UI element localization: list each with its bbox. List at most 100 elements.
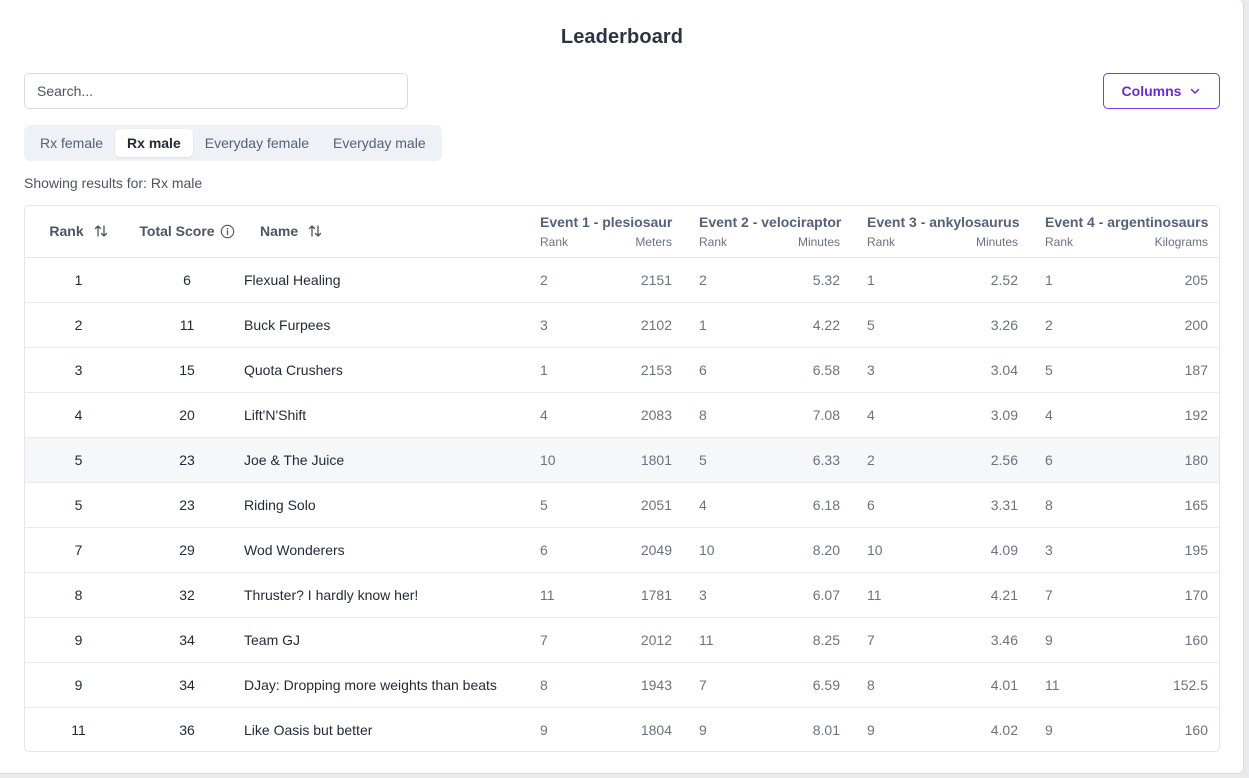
event-4-rank: 11 — [1045, 676, 1060, 693]
total-score-cell: 23 — [179, 451, 195, 468]
total-score-cell: 29 — [179, 541, 195, 558]
event-2-value: 6.33 — [812, 451, 840, 468]
event-1-cell: 1 2153 — [525, 347, 684, 392]
event-2-value: 6.07 — [812, 586, 840, 603]
name-header-label: Name — [260, 223, 299, 240]
event-2-value: 5.32 — [812, 271, 840, 288]
columns-button-label: Columns — [1121, 83, 1182, 99]
table-row[interactable]: 9 34 DJay: Dropping more weights than beat… — [25, 662, 1219, 707]
search-input[interactable] — [24, 73, 408, 109]
team-name-cell: Wod Wonderers — [244, 541, 345, 558]
tab-everyday-female[interactable]: Everyday female — [193, 129, 321, 157]
rank-header[interactable]: Rank — [25, 206, 132, 257]
event-2-value: 7.08 — [812, 406, 840, 423]
event-3-rank: 6 — [867, 496, 875, 513]
event-1-rank: 3 — [540, 316, 548, 333]
table-row[interactable]: 2 11 Buck Furpees 3 2102 1 4.22 5 3.26 2 200 — [25, 302, 1219, 347]
total-score-cell: 20 — [179, 406, 195, 423]
event-2-value: 4.22 — [812, 316, 840, 333]
event-2-value: 6.59 — [812, 676, 840, 693]
rank-header-label: Rank — [49, 223, 84, 240]
event-3-cell: 3 3.04 — [852, 347, 1030, 392]
tab-rx-female[interactable]: Rx female — [28, 129, 115, 157]
name-header[interactable]: Name — [242, 206, 525, 257]
event-1-rank: 6 — [540, 541, 548, 558]
tab-everyday-male[interactable]: Everyday male — [321, 129, 438, 157]
event-2-rank-label: Rank — [699, 234, 728, 249]
event-2-cell: 8 7.08 — [684, 392, 852, 437]
event-2-cell: 4 6.18 — [684, 482, 852, 527]
team-name-cell: Riding Solo — [244, 496, 316, 513]
tab-rx-male[interactable]: Rx male — [115, 129, 193, 157]
page-title: Leaderboard — [560, 26, 684, 48]
event-2-rank: 4 — [699, 496, 707, 513]
table-row[interactable]: 8 32 Thruster? I hardly know her! 11 1781 3 6.… — [25, 572, 1219, 617]
table-row[interactable]: 5 23 Joe & The Juice 10 1801 5 6.33 2 2.56 6 180 — [25, 437, 1219, 482]
event-1-rank: 10 — [540, 451, 556, 468]
team-name-cell: Buck Furpees — [244, 316, 331, 333]
sort-icon[interactable] — [308, 224, 322, 238]
event-1-cell: 8 1943 — [525, 662, 684, 707]
event-1-value: 2051 — [640, 496, 672, 513]
table-row[interactable]: 11 36 Like Oasis but better 9 1804 9 8.01 9 4.02… — [25, 707, 1219, 751]
event-3-value: 3.04 — [990, 361, 1018, 378]
event-4-cell: 2 200 — [1030, 302, 1219, 347]
event-3-value: 4.01 — [990, 676, 1018, 693]
event-3-title: Event 3 - ankylosaurus — [867, 213, 1020, 230]
table-row[interactable]: 4 20 Lift'N'Shift 4 2083 8 7.08 4 3.09 4 192 — [25, 392, 1219, 437]
event-3-rank: 10 — [867, 541, 883, 558]
table-row[interactable]: 5 23 Riding Solo 5 2051 4 6.18 6 3.31 8 165 — [25, 482, 1219, 527]
event-1-cell: 6 2049 — [525, 527, 684, 572]
event-4-rank: 9 — [1045, 631, 1053, 648]
event-4-value: 165 — [1184, 496, 1208, 513]
rank-cell: 4 — [74, 406, 83, 423]
event-1-rank: 2 — [540, 271, 548, 288]
info-icon[interactable] — [220, 224, 235, 239]
rank-cell: 2 — [74, 316, 83, 333]
event-1-value: 2151 — [640, 271, 672, 288]
sort-icon[interactable] — [94, 224, 108, 238]
event-3-rank: 11 — [867, 586, 882, 603]
event-3-rank: 4 — [867, 406, 875, 423]
table-row[interactable]: 3 15 Quota Crushers 1 2153 6 6.58 3 3.04 5 187 — [25, 347, 1219, 392]
rank-cell: 7 — [74, 541, 83, 558]
team-name-cell: Flexual Healing — [244, 271, 341, 288]
team-name-cell: DJay: Dropping more weights than beats — [244, 676, 497, 693]
rank-cell: 5 — [74, 496, 83, 513]
event-3-rank: 5 — [867, 316, 875, 333]
division-tabs: Rx female Rx male Everyday female Everyd… — [24, 125, 442, 161]
event-4-rank: 9 — [1045, 721, 1053, 738]
table-row[interactable]: 9 34 Team GJ 7 2012 11 8.25 7 3.46 9 160 — [25, 617, 1219, 662]
event-2-unit: Minutes — [797, 234, 840, 249]
table-row[interactable]: 7 29 Wod Wonderers 6 2049 10 8.20 10 4.09 3 195 — [25, 527, 1219, 572]
event-1-rank: 7 — [540, 631, 548, 648]
event-4-cell: 4 192 — [1030, 392, 1219, 437]
event-2-cell: 2 5.32 — [684, 257, 852, 302]
event-1-cell: 2 2151 — [525, 257, 684, 302]
event-3-value: 2.56 — [990, 451, 1018, 468]
showing-results-text: Showing results for: Rx male — [24, 175, 203, 191]
event-2-value: 6.18 — [812, 496, 840, 513]
event-2-cell: 10 8.20 — [684, 527, 852, 572]
team-name-cell: Thruster? I hardly know her! — [244, 586, 419, 603]
event-3-cell: 11 4.21 — [852, 572, 1030, 617]
event-4-rank: 7 — [1045, 586, 1053, 603]
event-4-value: 200 — [1184, 316, 1208, 333]
event-1-cell: 9 1804 — [525, 707, 684, 751]
event-3-value: 4.21 — [990, 586, 1018, 603]
event-3-cell: 9 4.02 — [852, 707, 1030, 751]
event-2-rank: 7 — [699, 676, 707, 693]
event-2-value: 8.25 — [812, 631, 840, 648]
event-4-cell: 3 195 — [1030, 527, 1219, 572]
event-2-cell: 1 4.22 — [684, 302, 852, 347]
table-row[interactable]: 1 6 Flexual Healing 2 2151 2 5.32 1 2.52 1 205 — [25, 257, 1219, 302]
event-1-value: 2083 — [640, 406, 672, 423]
event-1-value: 2102 — [640, 316, 672, 333]
rank-cell: 8 — [74, 586, 83, 603]
event-2-cell: 9 8.01 — [684, 707, 852, 751]
event-3-value: 3.46 — [990, 631, 1018, 648]
team-name-cell: Like Oasis but better — [244, 721, 373, 738]
rank-cell: 9 — [74, 676, 83, 693]
columns-button[interactable]: Columns — [1103, 73, 1220, 109]
event-4-value: 192 — [1184, 406, 1208, 423]
